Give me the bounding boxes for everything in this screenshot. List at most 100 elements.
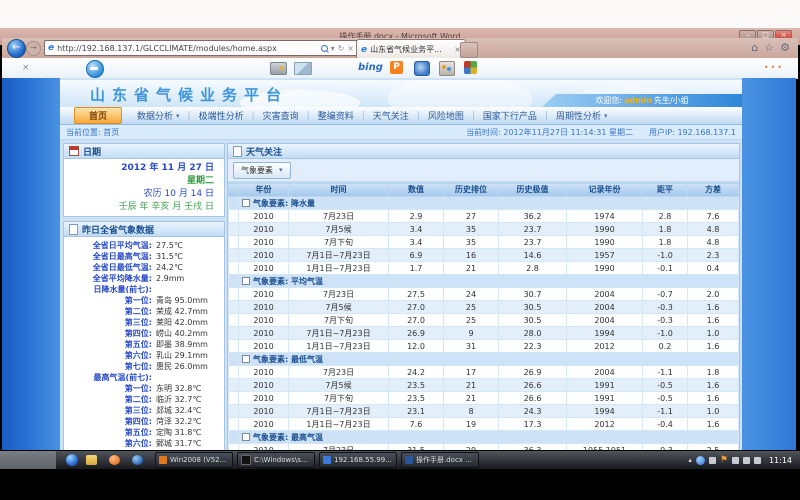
- rank-label: 第三位:: [64, 317, 152, 328]
- group-row[interactable]: 气象要素: 最低气温: [229, 353, 739, 366]
- gear-icon[interactable]: ⚙: [780, 41, 790, 54]
- more-options-dots[interactable]: •••: [764, 63, 784, 72]
- checkbox[interactable]: [242, 433, 250, 441]
- menu-item-7[interactable]: 国家下行产品: [476, 108, 544, 123]
- cell: 2.8: [643, 210, 688, 223]
- mail-icon[interactable]: [294, 62, 312, 75]
- cell: 7月23日: [289, 288, 389, 301]
- cell: -0.5: [643, 379, 688, 392]
- firefox-icon[interactable]: [109, 455, 120, 465]
- menu-item-8[interactable]: 周期性分析▾: [549, 108, 615, 123]
- chevron-down-icon[interactable]: ▾: [331, 44, 335, 53]
- explorer-icon[interactable]: [86, 455, 97, 465]
- taskbar-button-0[interactable]: Win2008 (V52...: [155, 452, 233, 468]
- tray-expand-icon[interactable]: ▴: [688, 456, 692, 464]
- stat-label: 全省日最高气温:: [64, 251, 152, 262]
- taskbar-button-1[interactable]: C:\Windows\s...: [237, 452, 315, 468]
- new-tab-button[interactable]: [460, 42, 478, 58]
- weather-stat: 全省平均降水量:2.9mm: [64, 273, 224, 284]
- calendar-weekday: 星期二: [64, 175, 214, 188]
- browser-tab[interactable]: e 山东省气候业务平... ×: [356, 39, 466, 59]
- menu-item-3[interactable]: 灾害查询: [256, 108, 306, 123]
- tray-app-icon[interactable]: [696, 456, 705, 465]
- cell: 3.4: [389, 236, 444, 249]
- weather-summary-body: 全省日平均气温:27.5℃全省日最高气温:31.5℃全省日最低气温:24.2℃全…: [64, 237, 224, 450]
- volume-icon[interactable]: [754, 457, 761, 464]
- cell: 1990: [567, 236, 643, 249]
- cell: 7月5候: [289, 223, 389, 236]
- bing-logo[interactable]: bing: [358, 62, 383, 73]
- cell: 2010: [239, 366, 289, 379]
- weather-summary-panel: 昨日全省气象数据 全省日平均气温:27.5℃全省日最高气温:31.5℃全省日最低…: [63, 221, 225, 450]
- rank-label: 第五位:: [64, 339, 152, 350]
- browser-toolbar-right: ⌂ ☆ ⚙: [751, 41, 790, 54]
- group-row[interactable]: 气象要素: 降水量: [229, 197, 739, 210]
- checkbox[interactable]: [242, 277, 250, 285]
- cell: 1.0: [688, 327, 739, 340]
- menu-item-1[interactable]: 数据分析▾: [130, 108, 187, 123]
- menu-item-0[interactable]: 首页: [74, 107, 122, 124]
- cell: 12.0: [389, 340, 444, 353]
- media-player-icon[interactable]: [132, 455, 143, 465]
- forward-button[interactable]: →: [26, 41, 41, 56]
- taskbar-button-3[interactable]: 操作手册.docx ...: [401, 452, 479, 468]
- wallet-icon[interactable]: [270, 62, 287, 75]
- compatibility-icon[interactable]: [86, 60, 104, 78]
- cell: 1.8: [643, 223, 688, 236]
- element-dropdown-button[interactable]: 气象要素 ▾: [233, 162, 291, 179]
- refresh-icon[interactable]: ↻: [338, 44, 345, 53]
- back-button[interactable]: ←: [7, 39, 26, 58]
- camera-icon[interactable]: [414, 61, 430, 76]
- cell: 27.5: [389, 288, 444, 301]
- status-row: 当前位置: 首页 当前时间: 2012年11月27日 11:14:31 星期二 …: [60, 125, 742, 140]
- weather-stat: 全省日平均气温:27.5℃: [64, 240, 224, 251]
- menu-item-4[interactable]: 整编资料: [311, 108, 361, 123]
- palette-icon[interactable]: [439, 61, 455, 76]
- stop-icon[interactable]: ×: [347, 44, 354, 53]
- network-icon[interactable]: [743, 457, 750, 464]
- row-lead-cell: [229, 314, 239, 327]
- menu-item-2[interactable]: 极端性分析: [192, 108, 251, 123]
- table-row: 20107月5候3.43523.719901.84.8: [229, 223, 739, 236]
- table-row: 20107月下旬3.43523.719901.84.8: [229, 236, 739, 249]
- cell: 4.8: [688, 223, 739, 236]
- taskbar-clock[interactable]: 11:14: [769, 456, 792, 465]
- group-row[interactable]: 气象要素: 平均气温: [229, 275, 739, 288]
- address-bar[interactable]: e http://192.168.137.1/GLCCLIMATE/module…: [44, 40, 358, 56]
- checkbox[interactable]: [242, 199, 250, 207]
- rank-item: 第六位:乳山 29.1mm: [64, 350, 224, 361]
- calendar-panel: 日期 2012 年 11 月 27 日 星期二 农历 10 月 14 日 壬辰 …: [63, 143, 225, 217]
- rank-value: 临沂 32.7℃: [156, 394, 201, 405]
- action-center-flag-icon[interactable]: ⚑: [720, 455, 728, 465]
- cell: 1991: [567, 379, 643, 392]
- report-icon: [69, 224, 78, 235]
- rank-value: 即墨 38.9mm: [156, 339, 208, 350]
- search-icon[interactable]: [321, 45, 328, 52]
- start-button[interactable]: [66, 454, 78, 466]
- toolbar-close-icon[interactable]: ×: [22, 63, 30, 73]
- tray-icon-2[interactable]: [732, 457, 739, 464]
- puzzle-icon[interactable]: [464, 61, 477, 74]
- home-icon[interactable]: ⌂: [751, 41, 758, 54]
- checkbox[interactable]: [242, 355, 250, 363]
- menu-item-5[interactable]: 天气关注: [366, 108, 416, 123]
- group-row[interactable]: 气象要素: 最高气温: [229, 431, 739, 444]
- tray-icon-1[interactable]: [709, 457, 716, 464]
- cell: 27.0: [389, 301, 444, 314]
- cell: 7月下旬: [289, 392, 389, 405]
- taskbar-button-2[interactable]: 192.168.55.99...: [319, 452, 397, 468]
- stat-label: 全省日平均气温:: [64, 240, 152, 251]
- cell: 7月1日~7月23日: [289, 327, 389, 340]
- stat-value: 24.2℃: [156, 262, 183, 273]
- status-right: 当前时间: 2012年11月27日 11:14:31 星期二 用户IP: 192…: [466, 127, 736, 138]
- tab-title[interactable]: 山东省气候业务平...: [370, 44, 451, 55]
- cell: 26.6: [499, 379, 567, 392]
- p-badge-icon[interactable]: P: [390, 61, 403, 74]
- word-icon: [405, 456, 413, 464]
- favorites-star-icon[interactable]: ☆: [764, 41, 774, 54]
- row-lead-cell: [229, 210, 239, 223]
- table-row: 20107月1日~7月23日23.1824.31994-1.11.0: [229, 405, 739, 418]
- url-text[interactable]: http://192.168.137.1/GLCCLIMATE/modules/…: [57, 44, 317, 53]
- menu-item-6[interactable]: 风险地图: [421, 108, 471, 123]
- cell: 24: [444, 288, 499, 301]
